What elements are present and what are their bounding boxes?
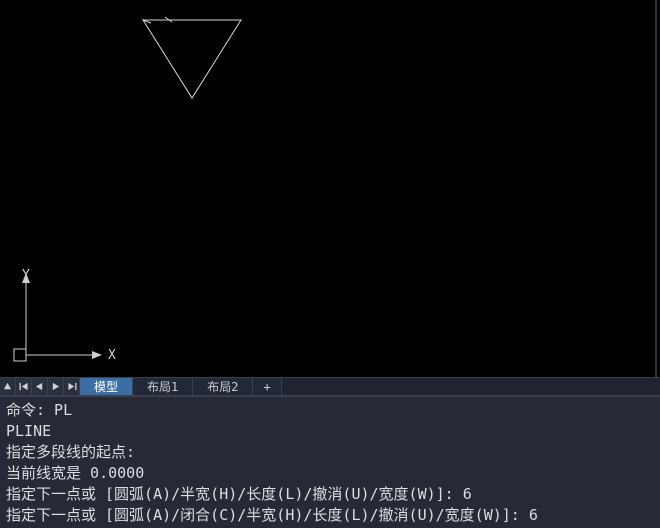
triangle-up-icon [3, 382, 12, 391]
cmd-line: PLINE [6, 421, 654, 442]
triangle-right-icon [51, 382, 60, 391]
tab-label: 模型 [94, 378, 118, 395]
cmd-value: 6 [463, 485, 472, 503]
command-window[interactable]: 命令: PL PLINE 指定多段线的起点: 当前线宽是 0.0000 指定下一… [0, 396, 660, 528]
cmd-value: 0.0000 [90, 464, 144, 482]
tab-bar: 模型 布局1 布局2 + [0, 377, 660, 396]
tab-model[interactable]: 模型 [80, 378, 133, 395]
tab-label: 布局2 [207, 378, 238, 395]
cmd-text: 当前线宽是 [6, 464, 90, 482]
plus-icon: + [263, 380, 270, 394]
tab-layout2[interactable]: 布局2 [193, 378, 253, 395]
cmd-line: 指定多段线的起点: [6, 442, 654, 463]
cmd-line: 指定下一点或 [圆弧(A)/闭合(C)/半宽(H)/长度(L)/撤消(U)/宽度… [6, 505, 654, 526]
ucs-y-label: Y [22, 268, 30, 283]
cmd-line: 当前线宽是 0.0000 [6, 463, 654, 484]
tab-label: 布局1 [147, 378, 178, 395]
drawing-canvas[interactable]: Y X [0, 0, 657, 377]
tab-prev-button[interactable] [32, 378, 48, 395]
ucs-x-label: X [108, 348, 116, 363]
tab-layout1[interactable]: 布局1 [133, 378, 193, 395]
cmd-line: 命令: PL [6, 400, 654, 421]
skip-last-icon [67, 382, 77, 391]
ucs-icon: Y X [12, 267, 122, 367]
polyline-triangle [139, 14, 249, 104]
tab-last-button[interactable] [64, 378, 80, 395]
cmd-line: 指定下一点或 [圆弧(A)/半宽(H)/长度(L)/撤消(U)/宽度(W)]: … [6, 484, 654, 505]
cmd-text: 指定下一点或 [圆弧(A)/闭合(C)/半宽(H)/长度(L)/撤消(U)/宽度… [6, 506, 529, 524]
tab-menu-button[interactable] [0, 378, 16, 395]
triangle-left-icon [35, 382, 44, 391]
cmd-text: 指定下一点或 [圆弧(A)/半宽(H)/长度(L)/撤消(U)/宽度(W)]: [6, 485, 463, 503]
cmd-value: 6 [529, 506, 538, 524]
tab-add[interactable]: + [253, 378, 281, 395]
tab-first-button[interactable] [16, 378, 32, 395]
tab-next-button[interactable] [48, 378, 64, 395]
skip-first-icon [19, 382, 29, 391]
app-root: Y X [0, 0, 660, 528]
